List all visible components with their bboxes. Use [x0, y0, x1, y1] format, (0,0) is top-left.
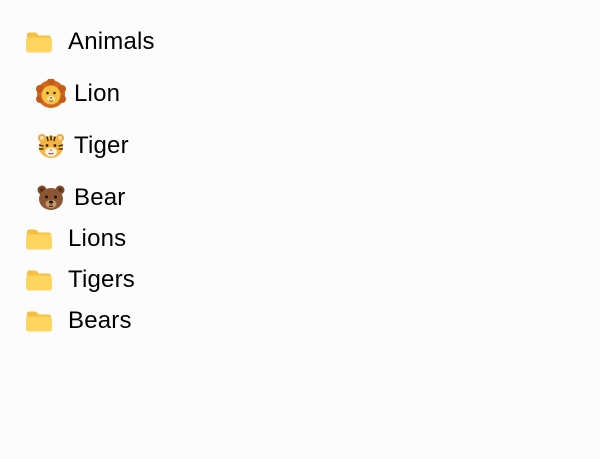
bear-face-icon: [36, 183, 66, 213]
tiger-face-icon: [36, 131, 66, 161]
folder-label-bears: Bears: [68, 307, 132, 334]
folder-tree: Animals Lion Tiger Bear Lions Tigers Bea…: [0, 0, 600, 459]
item-label-tiger: Tiger: [74, 132, 129, 159]
folder-icon: [25, 269, 53, 291]
folder-icon: [25, 31, 53, 53]
folder-row-animals[interactable]: Animals: [25, 22, 155, 62]
folder-icon: [25, 310, 53, 332]
folder-label-lions: Lions: [68, 225, 127, 252]
item-label-bear: Bear: [74, 184, 126, 211]
folder-row-bears[interactable]: Bears: [25, 301, 132, 341]
lion-face-icon: [36, 79, 66, 109]
folder-label-tigers: Tigers: [68, 266, 135, 293]
folder-row-tigers[interactable]: Tigers: [25, 260, 135, 300]
item-label-lion: Lion: [74, 80, 121, 107]
folder-label-animals: Animals: [68, 28, 155, 55]
folder-icon: [25, 228, 53, 250]
item-row-tiger[interactable]: Tiger: [36, 126, 129, 166]
folder-row-lions[interactable]: Lions: [25, 219, 126, 259]
item-row-lion[interactable]: Lion: [36, 74, 120, 114]
item-row-bear[interactable]: Bear: [36, 178, 126, 218]
